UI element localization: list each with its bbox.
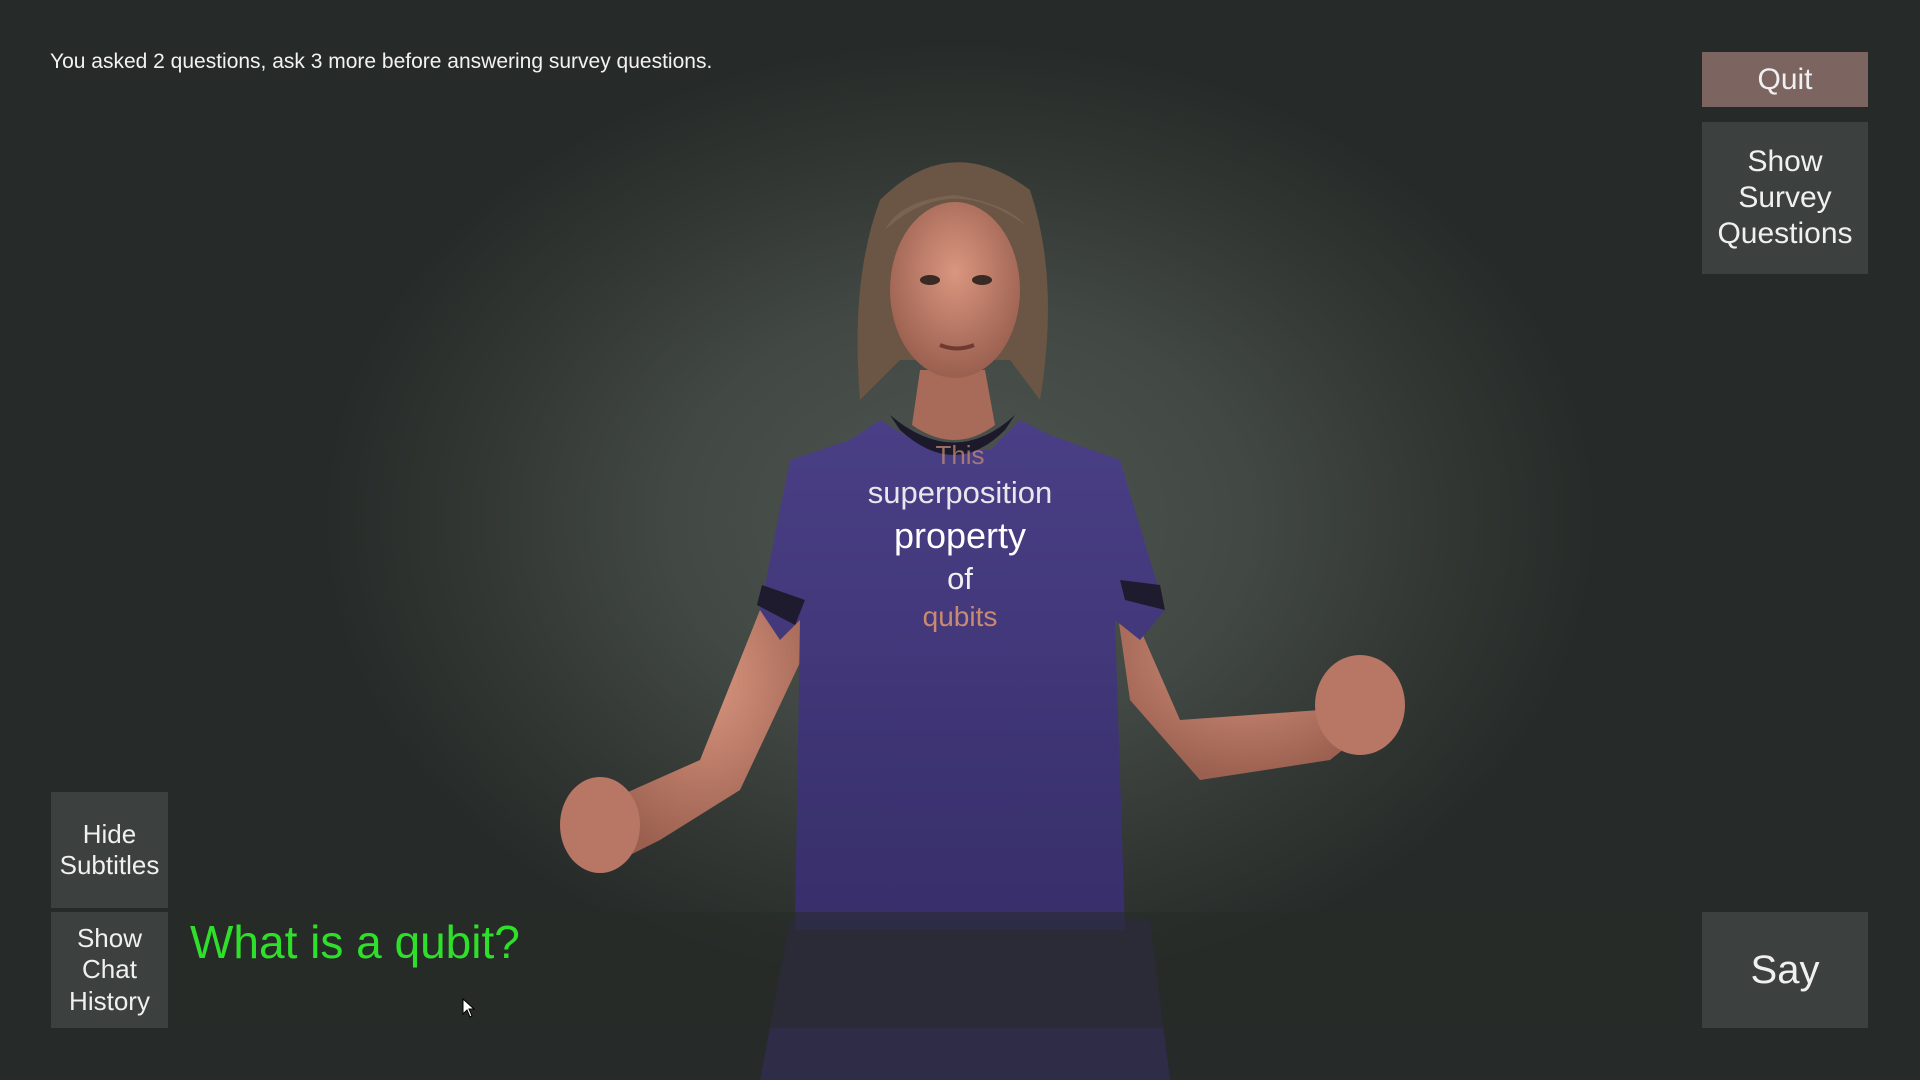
question-count-status: You asked 2 questions, ask 3 more before… <box>50 50 713 73</box>
face <box>890 202 1020 378</box>
subtitle-word-3: property <box>893 515 1027 556</box>
chat-input[interactable] <box>180 912 1680 972</box>
subtitle-overlay: This superposition property of qubits <box>760 440 1160 633</box>
show-chat-history-button[interactable]: Show Chat History <box>51 912 168 1028</box>
show-survey-questions-button[interactable]: Show Survey Questions <box>1702 122 1868 274</box>
hide-subtitles-button[interactable]: Hide Subtitles <box>51 792 168 908</box>
subtitle-word-2: superposition <box>867 475 1053 510</box>
say-button[interactable]: Say <box>1702 912 1868 1028</box>
left-hand <box>560 777 640 873</box>
subtitle-word-1: This <box>935 440 985 470</box>
subtitle-word-5: qubits <box>922 601 998 632</box>
neck <box>912 370 995 440</box>
quit-button[interactable]: Quit <box>1702 52 1868 107</box>
right-hand <box>1315 655 1405 755</box>
mouse-cursor-icon <box>462 998 476 1018</box>
subtitle-word-4: of <box>947 561 973 596</box>
